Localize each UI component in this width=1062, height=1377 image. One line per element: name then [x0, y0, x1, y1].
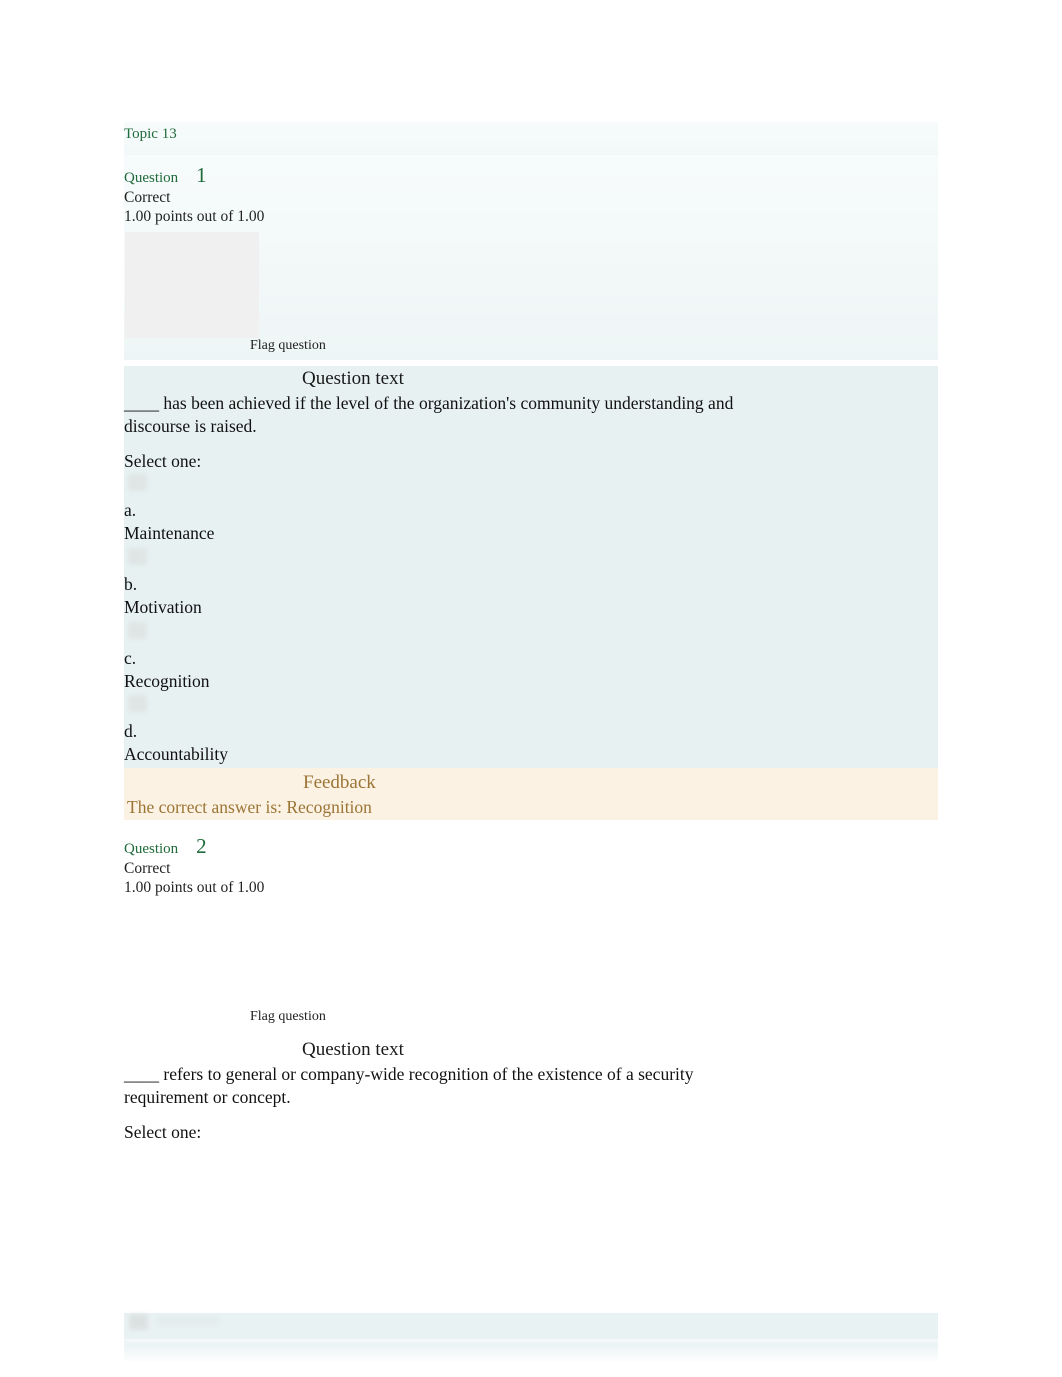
- flag-question-2[interactable]: Flag question: [250, 1007, 326, 1025]
- question-1-header: Question 1 Correct 1.00 points out of 1.…: [124, 165, 938, 227]
- question-1-text-body: ____ has been achieved if the level of t…: [124, 393, 734, 436]
- feedback-text-label: The correct answer is: Recognition: [127, 797, 372, 817]
- question-2-header: Question 2 Correct 1.00 points out of 1.…: [124, 836, 938, 898]
- answer-option-d[interactable]: d. Accountability: [124, 695, 624, 766]
- flag-question-1-label: Flag question: [250, 338, 326, 353]
- clipped-answer-row-fade: [124, 1333, 938, 1363]
- question-1-number-row: Question 1: [124, 165, 938, 187]
- question-1-state: Correct: [124, 189, 171, 206]
- question-2-number-row: Question 2: [124, 836, 938, 858]
- answer-option-b-label: Motivation: [124, 597, 202, 618]
- feedback-heading-label: Feedback: [303, 772, 376, 793]
- question-word-label-2: Question: [124, 841, 179, 857]
- question-2-text-heading: Question text: [302, 1039, 404, 1062]
- clipped-radio-button-icon[interactable]: [129, 1314, 148, 1330]
- radio-button-a-icon[interactable]: [128, 474, 147, 491]
- topic-title: Topic 13: [124, 125, 938, 143]
- question-number: 1: [196, 163, 207, 187]
- question-2-state: Correct: [124, 860, 171, 877]
- feedback-heading: Feedback: [303, 772, 376, 795]
- question-1-grade: 1.00 points out of 1.00: [124, 207, 265, 225]
- flag-question-2-label: Flag question: [250, 1009, 326, 1024]
- radio-button-d-icon[interactable]: [128, 695, 147, 712]
- answer-option-a-label: Maintenance: [124, 523, 215, 544]
- answer-option-c-label: Recognition: [124, 671, 210, 692]
- answer-option-d-letter: d.: [124, 721, 138, 741]
- answer-option-c[interactable]: c. Recognition: [124, 622, 624, 693]
- question-2-number: 2: [196, 834, 207, 858]
- question-2-select-one: Select one:: [124, 1122, 938, 1143]
- topic-label: Topic 13: [124, 126, 177, 142]
- broken-image-placeholder-icon: [125, 232, 259, 338]
- select-one-label: Select one:: [124, 451, 202, 471]
- answer-option-a[interactable]: a. Maintenance: [124, 474, 624, 545]
- question-1-text: ____ has been achieved if the level of t…: [124, 392, 784, 438]
- question-2-text-heading-label: Question text: [302, 1039, 404, 1060]
- radio-button-b-icon[interactable]: [128, 548, 147, 565]
- question-word-label: Question: [124, 170, 179, 186]
- flag-question-1[interactable]: Flag question: [250, 336, 326, 354]
- question-1-select-one: Select one:: [124, 451, 938, 472]
- answer-option-a-letter: a.: [124, 500, 137, 520]
- answer-option-b[interactable]: b. Motivation: [124, 548, 624, 619]
- clipped-answer-text-ghost: [156, 1315, 220, 1327]
- question-1-text-heading: Question text: [302, 368, 404, 391]
- feedback-text: The correct answer is: Recognition: [127, 796, 372, 819]
- question-text-heading-label: Question text: [302, 368, 404, 389]
- question-2-text: ____ refers to general or company-wide r…: [124, 1063, 774, 1109]
- select-one-label-2: Select one:: [124, 1122, 202, 1142]
- answer-option-d-label: Accountability: [124, 744, 229, 765]
- question-2-text-body: ____ refers to general or company-wide r…: [124, 1064, 694, 1107]
- radio-button-c-icon[interactable]: [128, 622, 147, 639]
- quiz-review-page: Topic 13 Question 1 Correct 1.00 points …: [0, 0, 1062, 1377]
- answer-option-b-letter: b.: [124, 574, 138, 594]
- answer-option-c-letter: c.: [124, 648, 137, 668]
- question-2-grade: 1.00 points out of 1.00: [124, 878, 265, 896]
